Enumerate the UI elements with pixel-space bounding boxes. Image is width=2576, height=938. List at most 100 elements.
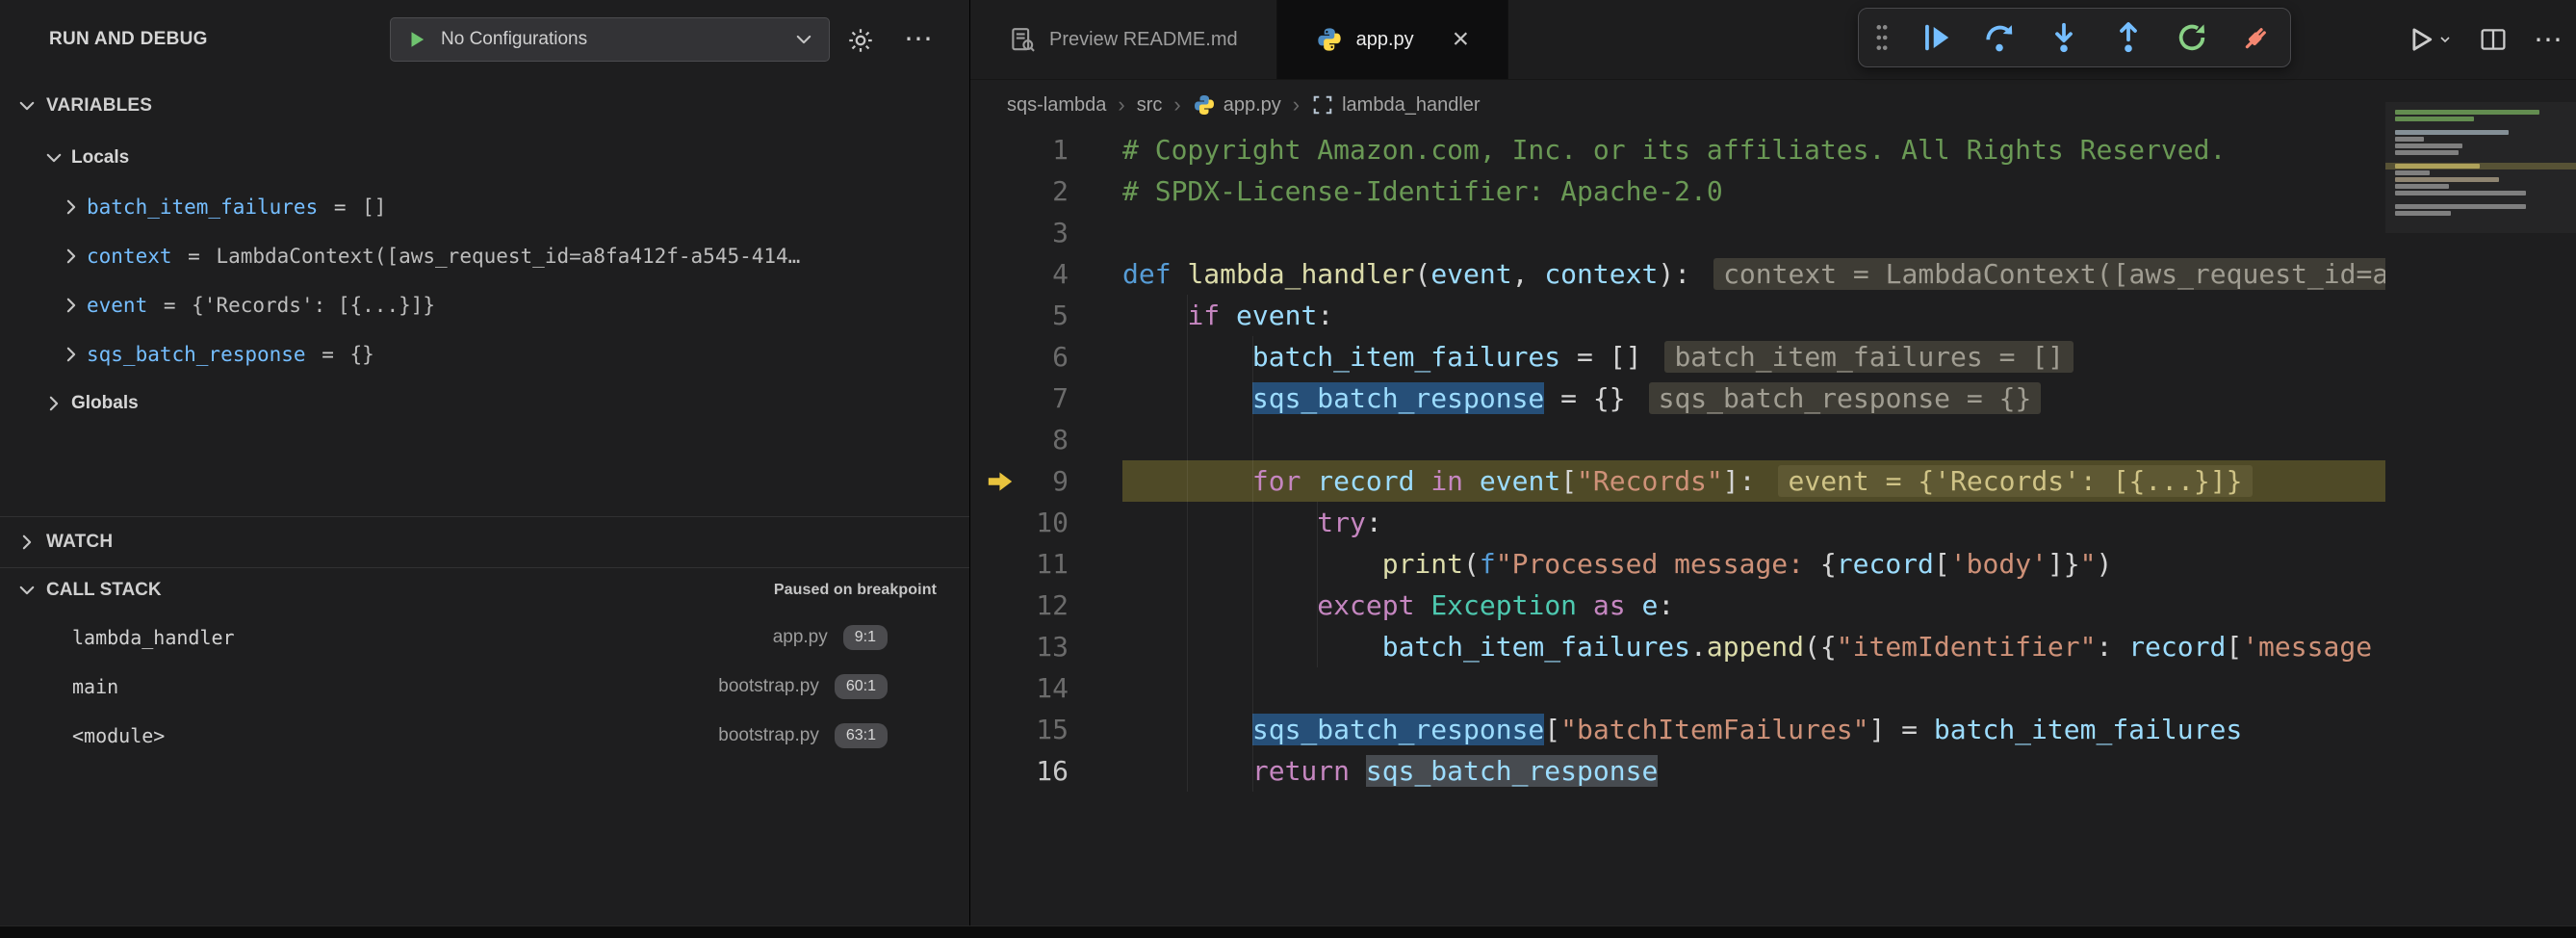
- variable-row-sqs_batch_response[interactable]: sqs_batch_response = {}: [0, 329, 969, 378]
- debug-view-more-button[interactable]: ⋯: [897, 19, 940, 58]
- call-stack-header[interactable]: CALL STACK Paused on breakpoint: [0, 568, 969, 612]
- gutter[interactable]: 9: [970, 460, 1122, 502]
- line-content[interactable]: # SPDX-License-Identifier: Apache-2.0: [1122, 170, 2385, 212]
- tab-preview-readme[interactable]: Preview README.md: [970, 0, 1277, 79]
- gutter[interactable]: 4: [970, 253, 1122, 295]
- line-content[interactable]: def lambda_handler(event, context):conte…: [1122, 253, 2385, 295]
- stack-frame-0[interactable]: lambda_handlerapp.py9:1: [0, 612, 969, 662]
- line-content[interactable]: batch_item_failures.append({"itemIdentif…: [1122, 626, 2385, 667]
- step-into-button[interactable]: [2046, 19, 2082, 56]
- line-content[interactable]: print(f"Processed message: {record['body…: [1122, 543, 2385, 585]
- editor-more-actions-button[interactable]: ⋯: [2534, 23, 2563, 57]
- line-content[interactable]: # Copyright Amazon.com, Inc. or its affi…: [1122, 129, 2385, 170]
- variable-row-context[interactable]: context = LambdaContext([aws_request_id=…: [0, 231, 969, 280]
- code-editor[interactable]: 1# Copyright Amazon.com, Inc. or its aff…: [970, 129, 2385, 926]
- breadcrumb-item-folder[interactable]: sqs-lambda: [1007, 94, 1106, 117]
- frame-file: bootstrap.py: [718, 676, 819, 697]
- code-line-4[interactable]: 4def lambda_handler(event, context):cont…: [970, 253, 2385, 295]
- tab-app-py[interactable]: app.py ×: [1277, 0, 1509, 79]
- line-number: 13: [1036, 626, 1069, 667]
- frame-file: bootstrap.py: [718, 725, 819, 746]
- line-number: 8: [1052, 419, 1069, 460]
- sidebar-spacer: [0, 428, 969, 516]
- line-number: 7: [1052, 378, 1069, 419]
- restart-button[interactable]: [2174, 19, 2210, 56]
- code-line-1[interactable]: 1# Copyright Amazon.com, Inc. or its aff…: [970, 129, 2385, 170]
- step-out-button[interactable]: [2110, 19, 2147, 56]
- debug-config-dropdown[interactable]: No Configurations: [390, 17, 830, 62]
- code-line-12[interactable]: 12 except Exception as e:: [970, 585, 2385, 626]
- line-content[interactable]: if event:: [1122, 295, 2385, 336]
- code-line-16[interactable]: 16 return sqs_batch_response: [970, 750, 2385, 792]
- variable-row-event[interactable]: event = {'Records': [{...}]}: [0, 280, 969, 329]
- line-content[interactable]: batch_item_failures = []batch_item_failu…: [1122, 336, 2385, 378]
- line-content[interactable]: [1122, 667, 2385, 709]
- code-line-6[interactable]: 6 batch_item_failures = []batch_item_fai…: [970, 336, 2385, 378]
- code-line-8[interactable]: 8: [970, 419, 2385, 460]
- split-editor-button[interactable]: [2480, 26, 2507, 53]
- debug-settings-button[interactable]: [841, 23, 880, 58]
- variable-row-batch_item_failures[interactable]: batch_item_failures = []: [0, 182, 969, 231]
- variable-value: {'Records': [{...}]}: [192, 294, 435, 317]
- gutter[interactable]: 16: [970, 750, 1122, 792]
- code-line-3[interactable]: 3: [970, 212, 2385, 253]
- minimap[interactable]: [2385, 81, 2576, 926]
- line-content[interactable]: except Exception as e:: [1122, 585, 2385, 626]
- code-line-11[interactable]: 11 print(f"Processed message: {record['b…: [970, 543, 2385, 585]
- close-tab-icon[interactable]: ×: [1453, 25, 1470, 54]
- gutter[interactable]: 10: [970, 502, 1122, 543]
- drag-handle-icon[interactable]: [1874, 22, 1890, 53]
- line-content[interactable]: for record in event["Records"]:event = {…: [1122, 460, 2385, 502]
- sidebar-title: RUN AND DEBUG: [49, 29, 208, 50]
- line-content[interactable]: [1122, 212, 2385, 253]
- line-content[interactable]: [1122, 419, 2385, 460]
- gutter[interactable]: 15: [970, 709, 1122, 750]
- code-line-2[interactable]: 2# SPDX-License-Identifier: Apache-2.0: [970, 170, 2385, 212]
- gutter[interactable]: 6: [970, 336, 1122, 378]
- tab-label: app.py: [1356, 29, 1414, 51]
- code-line-10[interactable]: 10 try:: [970, 502, 2385, 543]
- line-content[interactable]: try:: [1122, 502, 2385, 543]
- step-over-button[interactable]: [1981, 19, 2018, 56]
- line-number: 5: [1052, 295, 1069, 336]
- debug-config-label: No Configurations: [441, 29, 781, 50]
- gutter[interactable]: 13: [970, 626, 1122, 667]
- start-debug-icon[interactable]: [406, 29, 427, 50]
- gutter[interactable]: 11: [970, 543, 1122, 585]
- variable-value: []: [362, 195, 386, 219]
- gutter[interactable]: 1: [970, 129, 1122, 170]
- minimap-line: [2395, 177, 2499, 182]
- gutter[interactable]: 14: [970, 667, 1122, 709]
- continue-button[interactable]: [1918, 19, 1954, 56]
- code-line-13[interactable]: 13 batch_item_failures.append({"itemIden…: [970, 626, 2385, 667]
- variables-header[interactable]: VARIABLES: [0, 87, 969, 125]
- stack-frame-1[interactable]: mainbootstrap.py60:1: [0, 662, 969, 711]
- breadcrumb-item-src[interactable]: src: [1137, 94, 1163, 117]
- run-file-button[interactable]: [2407, 25, 2453, 54]
- sidebar-header: RUN AND DEBUG No Configurations ⋯: [0, 0, 969, 79]
- chevron-down-icon: [794, 30, 813, 49]
- code-line-7[interactable]: 7 sqs_batch_response = {}sqs_batch_respo…: [970, 378, 2385, 419]
- breadcrumb: sqs-lambda › src › app.py › lambda_handl…: [970, 81, 1481, 129]
- scope-globals[interactable]: Globals: [0, 378, 969, 428]
- gutter[interactable]: 5: [970, 295, 1122, 336]
- gutter[interactable]: 7: [970, 378, 1122, 419]
- gutter[interactable]: 12: [970, 585, 1122, 626]
- gutter[interactable]: 2: [970, 170, 1122, 212]
- line-content[interactable]: sqs_batch_response = {}sqs_batch_respons…: [1122, 378, 2385, 419]
- code-line-5[interactable]: 5 if event:: [970, 295, 2385, 336]
- code-line-9[interactable]: 9 for record in event["Records"]:event =…: [970, 460, 2385, 502]
- breadcrumb-item-file[interactable]: app.py: [1193, 93, 1281, 117]
- disconnect-button[interactable]: [2238, 19, 2275, 56]
- run-and-debug-sidebar: RUN AND DEBUG No Configurations ⋯: [0, 0, 970, 926]
- line-content[interactable]: sqs_batch_response["batchItemFailures"] …: [1122, 709, 2385, 750]
- gutter[interactable]: 8: [970, 419, 1122, 460]
- code-line-15[interactable]: 15 sqs_batch_response["batchItemFailures…: [970, 709, 2385, 750]
- stack-frame-2[interactable]: <module>bootstrap.py63:1: [0, 711, 969, 760]
- breadcrumb-item-symbol[interactable]: lambda_handler: [1311, 93, 1480, 117]
- scope-locals[interactable]: Locals: [0, 133, 969, 182]
- code-line-14[interactable]: 14: [970, 667, 2385, 709]
- line-content[interactable]: return sqs_batch_response: [1122, 750, 2385, 792]
- gutter[interactable]: 3: [970, 212, 1122, 253]
- watch-header[interactable]: WATCH: [0, 517, 969, 567]
